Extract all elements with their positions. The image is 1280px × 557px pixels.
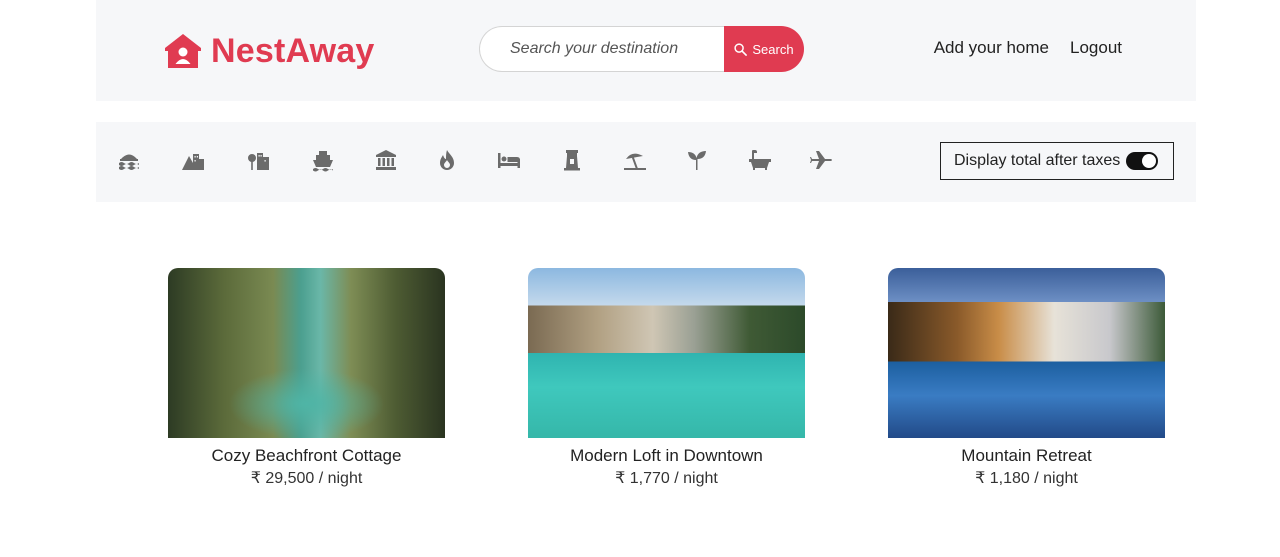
search-bar: Search bbox=[479, 26, 804, 72]
listing-price: ₹ 1,770 / night bbox=[615, 470, 718, 487]
listing-card[interactable]: Modern Loft in Downtown ₹ 1,770 / night bbox=[528, 268, 805, 489]
seedling-icon[interactable] bbox=[683, 146, 711, 174]
listing-image[interactable] bbox=[528, 268, 805, 438]
navbar: NestAway Search Add your home Logout bbox=[96, 0, 1196, 101]
add-your-home-link[interactable]: Add your home bbox=[934, 38, 1049, 58]
beach-umbrella-icon[interactable] bbox=[621, 146, 649, 174]
listing-price: ₹ 29,500 / night bbox=[250, 470, 363, 487]
listing-title: Cozy Beachfront Cottage bbox=[211, 446, 402, 465]
listing-card[interactable]: Cozy Beachfront Cottage ₹ 29,500 / night bbox=[168, 268, 445, 489]
search-input[interactable] bbox=[479, 26, 724, 72]
trees-buildings-icon[interactable] bbox=[245, 146, 273, 174]
ship-icon[interactable] bbox=[309, 146, 337, 174]
bed-icon[interactable] bbox=[495, 146, 523, 174]
nav-links: Add your home Logout bbox=[934, 38, 1122, 58]
logout-link[interactable]: Logout bbox=[1070, 38, 1122, 58]
listing-card[interactable]: Mountain Retreat ₹ 1,180 / night bbox=[888, 268, 1165, 489]
listing-image[interactable] bbox=[168, 268, 445, 438]
search-button[interactable]: Search bbox=[724, 26, 804, 72]
house-icon bbox=[165, 34, 201, 68]
tax-toggle-switch[interactable] bbox=[1126, 152, 1159, 170]
plane-icon[interactable] bbox=[808, 146, 836, 174]
tower-icon[interactable] bbox=[558, 146, 586, 174]
tax-toggle[interactable]: Display total after taxes bbox=[940, 142, 1174, 180]
listing-image[interactable] bbox=[888, 268, 1165, 438]
bathtub-icon[interactable] bbox=[746, 146, 774, 174]
brand-logo[interactable]: NestAway bbox=[163, 30, 375, 72]
mountain-city-icon[interactable] bbox=[179, 146, 207, 174]
search-icon bbox=[734, 42, 748, 56]
brand-name: NestAway bbox=[211, 31, 375, 70]
listing-price: ₹ 1,180 / night bbox=[975, 470, 1078, 487]
waves-icon[interactable] bbox=[115, 146, 143, 174]
switch-knob bbox=[1142, 154, 1157, 168]
search-button-label: Search bbox=[752, 41, 794, 57]
listing-title: Mountain Retreat bbox=[961, 446, 1092, 465]
fire-icon[interactable] bbox=[433, 146, 461, 174]
listing-title: Modern Loft in Downtown bbox=[570, 446, 763, 465]
bank-icon[interactable] bbox=[372, 146, 400, 174]
tax-toggle-label: Display total after taxes bbox=[954, 152, 1121, 169]
category-filter-bar: Display total after taxes bbox=[96, 122, 1196, 202]
